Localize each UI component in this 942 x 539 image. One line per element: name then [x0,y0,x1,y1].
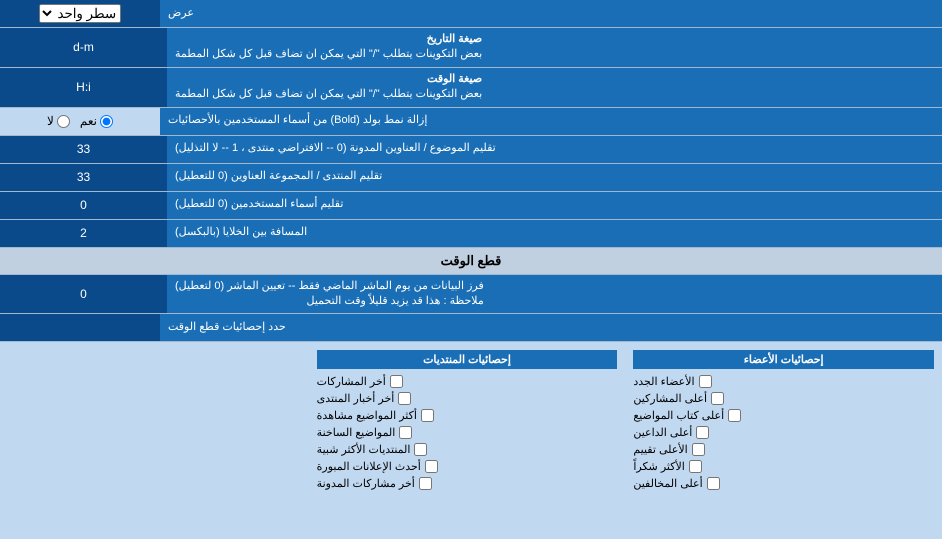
checkbox-hot-topics-input[interactable] [399,426,412,439]
radio-no[interactable] [57,115,70,128]
radio-yes-label[interactable]: نعم [80,114,113,128]
checkbox-similar-forums-input[interactable] [414,443,427,456]
realtime-days-label: فرز البيانات من يوم الماشر الماضي فقط --… [167,275,942,314]
main-container: عرض سطر واحد سطران ثلاثة أسطر صيغة التار… [0,0,942,498]
users-count-input-wrapper[interactable] [0,192,167,219]
bold-remove-row: إزالة نمط بولد (Bold) من أسماء المستخدمي… [0,108,942,136]
users-count-label: تقليم أسماء المستخدمين (0 للتعطيل) [167,192,942,219]
forum-count-label: تقليم المنتدى / المجموعة العناوين (0 للت… [167,164,942,191]
checkbox-forum-news-input[interactable] [398,392,411,405]
posts-stats-header: إحصائيات المنتديات [317,350,618,369]
checkbox-top-posters-input[interactable] [711,392,724,405]
checkbox-top-violators-input[interactable] [707,477,720,490]
posts-stats-col: إحصائيات المنتديات أخر المشاركات أخر أخب… [309,346,626,494]
bold-remove-label: إزالة نمط بولد (Bold) من أسماء المستخدمي… [160,108,942,135]
checkbox-top-inviters[interactable]: أعلى الداعين [633,426,934,439]
users-count-text: تقليم أسماء المستخدمين (0 للتعطيل) [175,197,343,212]
checkbox-most-viewed-input[interactable] [421,409,434,422]
date-format-input[interactable] [6,40,161,54]
cell-spacing-row: المسافة بين الخلايا (بالبكسل) [0,220,942,248]
topic-count-text: تقليم الموضوع / العناوين المدونة (0 -- ا… [175,141,496,156]
checkbox-top-topic-writers[interactable]: أعلى كتاب المواضيع [633,409,934,422]
members-stats-header: إحصائيات الأعضاء [633,350,934,369]
topic-count-row: تقليم الموضوع / العناوين المدونة (0 -- ا… [0,136,942,164]
cell-spacing-text: المسافة بين الخلايا (بالبكسل) [175,225,307,240]
realtime-days-row: فرز البيانات من يوم الماشر الماضي فقط --… [0,275,942,315]
date-format-row: صيغة التاريخ بعض التكوينات يتطلب "/" الت… [0,28,942,68]
users-count-input[interactable] [6,198,161,212]
lines-dropdown[interactable]: سطر واحد سطران ثلاثة أسطر [39,4,121,23]
cell-spacing-input[interactable] [6,226,161,240]
forum-count-row: تقليم المنتدى / المجموعة العناوين (0 للت… [0,164,942,192]
checkbox-most-viewed[interactable]: أكثر المواضيع مشاهدة [317,409,618,422]
time-format-label: صيغة الوقت بعض التكوينات يتطلب "/" التي … [167,68,942,107]
time-format-input[interactable] [6,80,161,94]
bold-remove-text: إزالة نمط بولد (Bold) من أسماء المستخدمي… [168,113,427,128]
checkbox-highest-rated-input[interactable] [692,443,705,456]
time-format-input-wrapper[interactable] [0,68,167,107]
members-stats-col: إحصائيات الأعضاء الأعضاء الجدد أعلى المش… [625,346,942,494]
realtime-days-input-wrapper[interactable] [0,275,167,314]
checkbox-top-posters[interactable]: أعلى المشاركين [633,392,934,405]
bold-remove-options: نعم لا [0,108,160,135]
date-format-input-wrapper[interactable] [0,28,167,67]
top-row: عرض سطر واحد سطران ثلاثة أسطر [0,0,942,28]
date-format-text: صيغة التاريخ بعض التكوينات يتطلب "/" الت… [175,32,482,63]
forum-count-text: تقليم المنتدى / المجموعة العناوين (0 للت… [175,169,382,184]
checkbox-last-posts[interactable]: أخر المشاركات [317,375,618,388]
checkbox-new-members[interactable]: الأعضاء الجدد [633,375,934,388]
radio-yes[interactable] [100,115,113,128]
checkbox-hot-topics[interactable]: المواضيع الساخنة [317,426,618,439]
topic-count-input-wrapper[interactable] [0,136,167,163]
radio-no-label[interactable]: لا [47,114,70,128]
checkbox-most-thanked-input[interactable] [689,460,702,473]
checkbox-most-thanked[interactable]: الأكثر شكراً [633,460,934,473]
checkbox-new-members-input[interactable] [699,375,712,388]
checkbox-last-posts-input[interactable] [390,375,403,388]
checkbox-similar-forums[interactable]: المنتديات الأكثر شبية [317,443,618,456]
time-format-row: صيغة الوقت بعض التكوينات يتطلب "/" التي … [0,68,942,108]
topic-count-input[interactable] [6,142,161,156]
checkbox-blog-posts-input[interactable] [419,477,432,490]
checkbox-top-inviters-input[interactable] [696,426,709,439]
cell-spacing-input-wrapper[interactable] [0,220,167,247]
checkbox-latest-announcements[interactable]: أحدث الإعلانات المبورة [317,460,618,473]
spacer-col [0,346,309,494]
checkbox-forum-news[interactable]: أخر أخبار المنتدى [317,392,618,405]
date-format-label: صيغة التاريخ بعض التكوينات يتطلب "/" الت… [167,28,942,67]
checkbox-top-topic-writers-input[interactable] [728,409,741,422]
ard-label: عرض [160,0,942,27]
forum-count-input[interactable] [6,170,161,184]
checkboxes-title-text: حدد إحصائيات قطع الوقت [168,320,286,335]
ard-text: عرض [168,6,194,21]
top-dropdown-section[interactable]: سطر واحد سطران ثلاثة أسطر [0,0,160,27]
checkbox-latest-announcements-input[interactable] [425,460,438,473]
realtime-section-header: قطع الوقت [0,248,942,275]
checkboxes-title-input [0,314,160,341]
users-count-row: تقليم أسماء المستخدمين (0 للتعطيل) [0,192,942,220]
time-format-text: صيغة الوقت بعض التكوينات يتطلب "/" التي … [175,72,482,103]
checkboxes-title-label: حدد إحصائيات قطع الوقت [160,314,942,341]
cell-spacing-label: المسافة بين الخلايا (بالبكسل) [167,220,942,247]
checkbox-top-violators[interactable]: أعلى المخالفين [633,477,934,490]
realtime-days-input[interactable] [6,287,161,301]
checkbox-highest-rated[interactable]: الأعلى تقييم [633,443,934,456]
checkboxes-title-row: حدد إحصائيات قطع الوقت [0,314,942,342]
topic-count-label: تقليم الموضوع / العناوين المدونة (0 -- ا… [167,136,942,163]
realtime-days-text: فرز البيانات من يوم الماشر الماضي فقط --… [175,279,484,310]
checkbox-blog-posts[interactable]: أخر مشاركات المدونة [317,477,618,490]
checkbox-columns-container: إحصائيات المنتديات أخر المشاركات أخر أخب… [0,342,942,498]
forum-count-input-wrapper[interactable] [0,164,167,191]
